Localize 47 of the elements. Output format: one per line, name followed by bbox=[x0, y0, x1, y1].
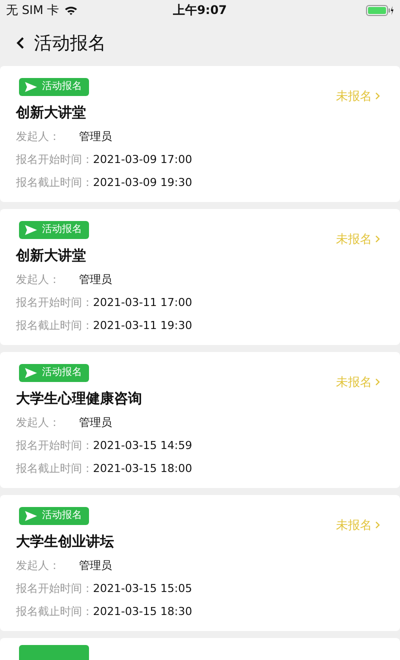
field-label: 报名截止时间： bbox=[16, 318, 93, 334]
field-value: 管理员 bbox=[79, 558, 112, 574]
wifi-icon bbox=[64, 4, 78, 16]
field-label: 报名截止时间： bbox=[16, 461, 93, 477]
activity-card[interactable]: 活动报名 未报名 大学生心理健康咨询 发起人： 管理员 报名开始时间：2021-03-15 14:59 报名截止时间：2021-03-15 18:00 bbox=[0, 352, 400, 488]
activity-card[interactable]: 活动报名 未报名 创新大讲堂 发起人： 管理员 报名开始时间：2021-03-09 17:00 报名截止时间：2021-03-09 19:30 bbox=[0, 66, 400, 202]
activity-card[interactable]: 活动报名 未报名 创新大讲堂 发起人： 管理员 报名开始时间：2021-03-11 17:00 报名截止时间：2021-03-11 19:30 bbox=[0, 209, 400, 345]
field-label: 报名开始时间： bbox=[16, 152, 93, 168]
field-value: 管理员 bbox=[79, 415, 112, 431]
field-label: 发起人： bbox=[16, 415, 61, 431]
field-label: 报名截止时间： bbox=[16, 175, 93, 191]
chevron-icon bbox=[375, 521, 380, 529]
chevron-icon bbox=[375, 378, 380, 386]
page-title: 活动报名 bbox=[34, 32, 106, 55]
field-label: 报名开始时间： bbox=[16, 581, 93, 597]
activity-title: 大学生心理健康咨询 bbox=[16, 391, 143, 408]
field-value: 2021-03-15 15:05 bbox=[93, 581, 192, 597]
field-label: 发起人： bbox=[16, 129, 61, 145]
field-value: 2021-03-11 19:30 bbox=[93, 318, 192, 334]
activity-title: 大学生创业讲坛 bbox=[16, 534, 115, 551]
field-value: 2021-03-15 18:30 bbox=[93, 604, 192, 620]
field-label: 报名开始时间： bbox=[16, 295, 93, 311]
activity-card[interactable]: 活动报名 未报名 大学生创业讲坛 发起人： 管理员 报名开始时间：2021-03-15 15:05 报名截止时间：2021-03-15 18:30 bbox=[0, 495, 400, 631]
field-label: 报名开始时间： bbox=[16, 438, 93, 454]
tag-badge bbox=[19, 645, 89, 660]
activity-title: 创新大讲堂 bbox=[16, 248, 87, 265]
field-label: 报名截止时间： bbox=[16, 604, 93, 620]
battery-icon bbox=[366, 4, 394, 16]
carrier-label: 无 SIM 卡 bbox=[6, 2, 60, 18]
tag-badge: 活动报名 bbox=[19, 364, 89, 382]
field-value: 2021-03-15 14:59 bbox=[93, 438, 192, 454]
back-icon[interactable] bbox=[16, 36, 26, 50]
field-value: 2021-03-15 18:00 bbox=[93, 461, 192, 477]
activity-title: 创新大讲堂 bbox=[16, 105, 87, 122]
field-value: 管理员 bbox=[79, 129, 112, 145]
field-value: 2021-03-09 19:30 bbox=[93, 175, 192, 191]
chevron-icon bbox=[375, 92, 380, 100]
clock-time: 上午9:07 bbox=[173, 2, 227, 18]
field-label: 发起人： bbox=[16, 558, 61, 574]
field-value: 2021-03-09 17:00 bbox=[93, 152, 192, 168]
field-value: 2021-03-11 17:00 bbox=[93, 295, 192, 311]
tag-badge: 活动报名 bbox=[19, 78, 89, 96]
chevron-icon bbox=[375, 235, 380, 243]
tag-badge: 活动报名 bbox=[19, 507, 89, 525]
tag-badge: 活动报名 bbox=[19, 221, 89, 239]
field-label: 发起人： bbox=[16, 272, 61, 288]
field-value: 管理员 bbox=[79, 272, 112, 288]
